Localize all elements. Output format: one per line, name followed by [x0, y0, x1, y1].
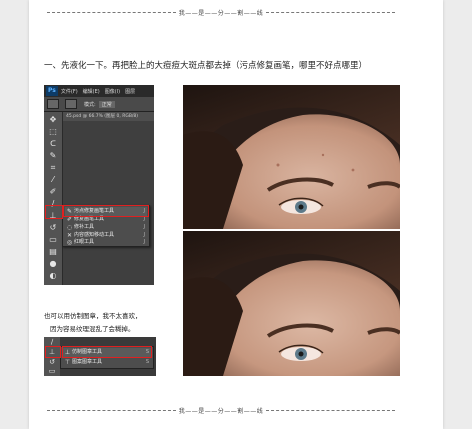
- divider-dash-left: [47, 11, 176, 13]
- portrait-before-image: [183, 85, 400, 229]
- move-tool-icon[interactable]: ✥: [48, 115, 58, 125]
- blur-tool-icon[interactable]: ●: [48, 259, 58, 269]
- menu-file[interactable]: 文件(F): [61, 88, 78, 95]
- mode-select[interactable]: 正常: [98, 100, 115, 108]
- document-tab[interactable]: 45.psd @ 66.7% (图层 0, RGB/8): [63, 112, 154, 121]
- flyout-item-label: 图案图章工具: [72, 359, 103, 365]
- healing-tool-icon[interactable]: ✐: [48, 187, 58, 197]
- flyout-item-label: 红眼工具: [74, 239, 95, 245]
- ps-canvas: [63, 121, 154, 285]
- divider-text: 我——是——分——割——线: [178, 407, 264, 415]
- ps-menubar: Ps 文件(F) 编辑(E) 图像(I) 图层: [44, 85, 154, 97]
- history-brush-icon[interactable]: ↺: [47, 358, 57, 367]
- brush-size-picker[interactable]: [65, 99, 77, 109]
- red-eye-icon: ◎: [66, 239, 73, 246]
- ps-options-bar: 模式: 正常: [44, 97, 154, 112]
- portrait-after-image: [183, 231, 400, 376]
- divider-dash-right: [266, 409, 396, 411]
- flyout-item-pattern-stamp[interactable]: ⊤ 图案图章工具 S: [63, 358, 151, 367]
- highlight-tool-slot: [45, 205, 63, 219]
- eraser-tool-icon[interactable]: ▭: [47, 367, 57, 376]
- divider-top: 我——是——分——割——线: [44, 7, 398, 17]
- highlight-tool-slot: [45, 346, 61, 358]
- shortcut-key: S: [145, 359, 149, 365]
- divider-bottom: 我——是——分——割——线: [44, 405, 398, 415]
- gradient-tool-icon[interactable]: ▤: [48, 247, 58, 257]
- flyout-item-red-eye[interactable]: ◎ 红眼工具 J: [65, 239, 147, 246]
- portrait-photo-after: [183, 231, 400, 376]
- ps-toolbar: ✥ ⬚ ᑕ ✎ ⌗ ⁄ ✐ ∕ ⊥ ↺ ▭ ▤ ● ◐: [44, 112, 63, 285]
- caption-line-1: 也可以用仿制图章，我不太喜欢，: [44, 312, 142, 320]
- portrait-photo-before: [183, 85, 400, 229]
- eraser-tool-icon[interactable]: ▭: [48, 235, 58, 245]
- menu-layer[interactable]: 图层: [125, 88, 135, 95]
- section-heading: 一、先液化一下。再把脸上的大痘痘大斑点都去掉（污点修复画笔，哪里不好点哪里）: [44, 61, 368, 71]
- crop-tool-icon[interactable]: ⌗: [48, 163, 58, 173]
- photoshop-stamp-screenshot: ∕ ⊥ ↺ ▭ ⊥ 仿制图章工具 S ⊤ 图案图章工具 S: [44, 337, 156, 376]
- eyedropper-tool-icon[interactable]: ⁄: [48, 175, 58, 185]
- brush-preset-picker[interactable]: [47, 99, 59, 109]
- highlight-flyout-item: [63, 205, 149, 217]
- divider-text: 我——是——分——割——线: [178, 9, 264, 17]
- history-brush-icon[interactable]: ↺: [48, 223, 58, 233]
- shortcut-key: J: [143, 239, 145, 245]
- pattern-stamp-icon: ⊤: [64, 359, 71, 366]
- menu-edit[interactable]: 编辑(E): [83, 88, 100, 95]
- divider-dash-left: [47, 409, 176, 411]
- photoshop-screenshot: Ps 文件(F) 编辑(E) 图像(I) 图层 模式: 正常 ✥ ⬚ ᑕ ✎ ⌗…: [44, 85, 154, 285]
- menu-image[interactable]: 图像(I): [105, 88, 120, 95]
- dodge-tool-icon[interactable]: ◐: [48, 271, 58, 281]
- highlight-flyout-item: [62, 346, 152, 358]
- marquee-tool-icon[interactable]: ⬚: [48, 127, 58, 137]
- ps-logo: Ps: [46, 86, 58, 96]
- quick-select-tool-icon[interactable]: ✎: [48, 151, 58, 161]
- caption-line-2: 因为容易纹理混乱了会糊掉。: [50, 325, 135, 333]
- lasso-tool-icon[interactable]: ᑕ: [48, 139, 58, 149]
- mode-label: 模式:: [84, 101, 96, 108]
- divider-dash-right: [266, 11, 396, 13]
